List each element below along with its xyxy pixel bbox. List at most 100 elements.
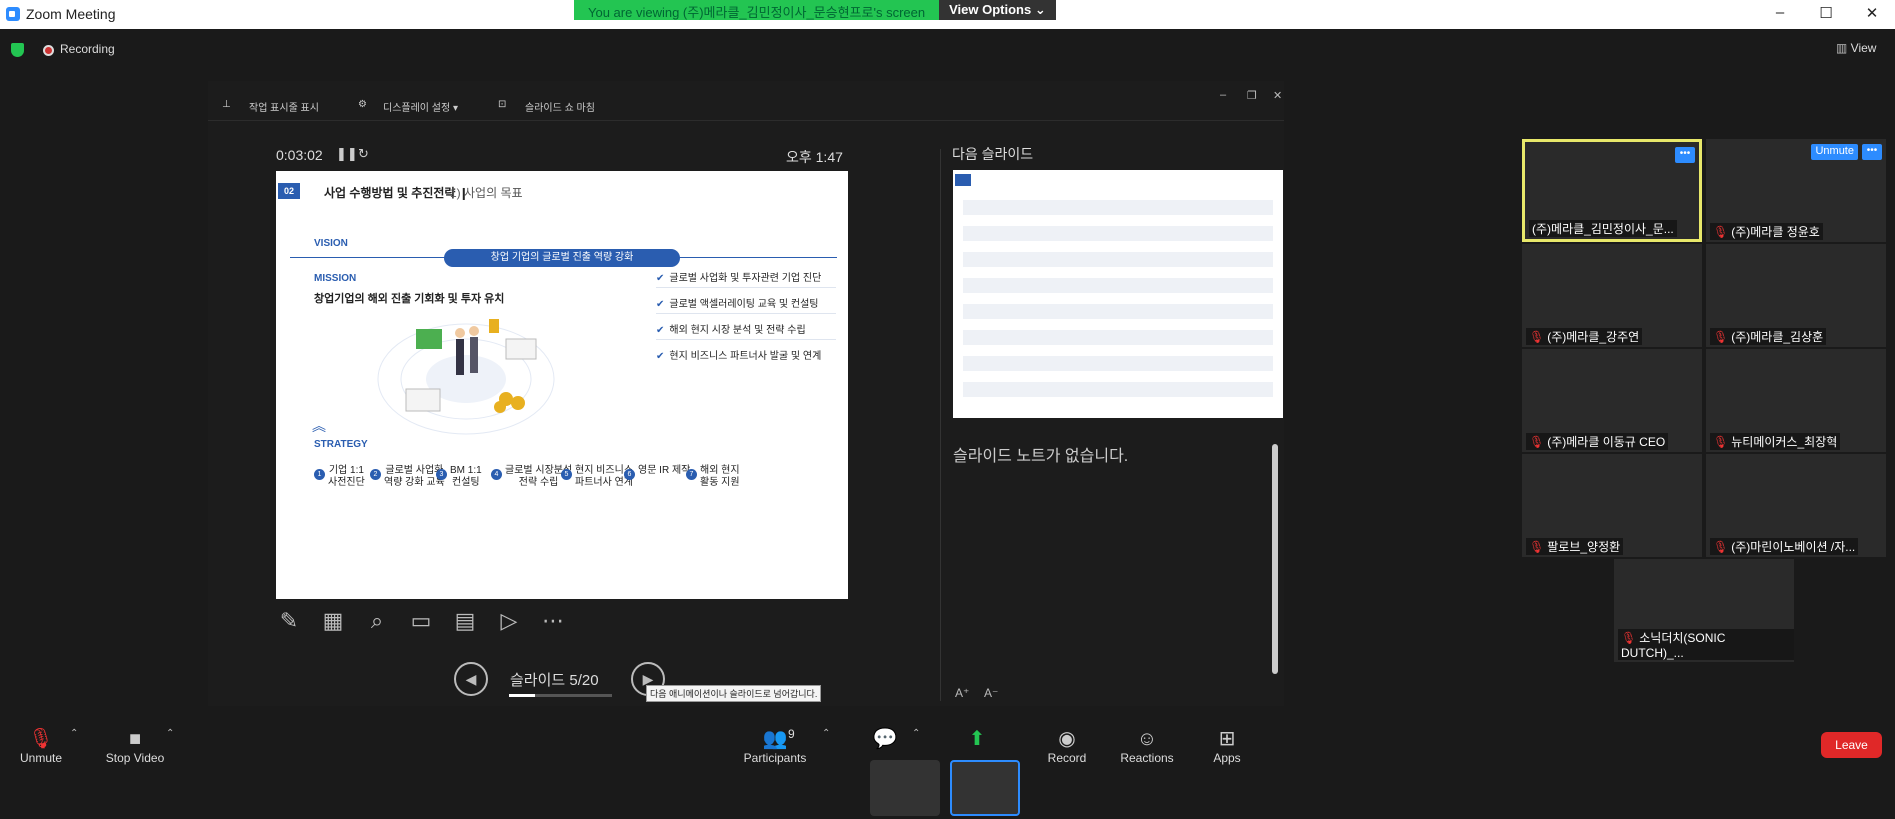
font-decrease-icon[interactable]: A⁻ (984, 686, 998, 700)
end-show-icon: ⊡ (498, 99, 507, 110)
participant-tile[interactable]: (주)메라클_김민정이사_문... ••• (1522, 139, 1702, 242)
show-taskbar-button[interactable]: 작업 표시줄 표시 (249, 99, 319, 114)
video-camera-icon: ■ (128, 728, 142, 750)
mission-label: MISSION (314, 273, 357, 284)
video-options-caret-icon[interactable]: ⌃ (166, 728, 174, 739)
mic-muted-icon: 🎙 (1713, 330, 1729, 344)
thumb-row (963, 356, 1273, 372)
leave-button[interactable]: Leave (1821, 732, 1882, 758)
strategy-item: BM 1:1 컨설팅 (450, 465, 482, 488)
divider (656, 313, 836, 314)
restart-icon[interactable]: ↻ (358, 146, 369, 162)
recording-icon (43, 45, 54, 56)
participant-tile[interactable]: 🎙 (주)메라클_강주연 (1522, 244, 1702, 347)
chat-caret-icon[interactable]: ⌃ (912, 728, 920, 739)
pv-close-icon[interactable]: ✕ (1273, 89, 1282, 102)
font-increase-icon[interactable]: A⁺ (955, 686, 969, 700)
pane-divider (940, 149, 941, 701)
apps-button[interactable]: ⊞ Apps (1192, 727, 1262, 765)
participant-count: 9 (788, 727, 795, 741)
screen-icon[interactable]: ▭ (408, 608, 434, 634)
participant-name: 🎙 (주)메라클 이동규 CEO (1526, 433, 1669, 450)
all-slides-icon[interactable]: ▦ (320, 608, 346, 634)
check-icon: ✔ (656, 273, 665, 284)
share-screen-button[interactable]: ⬆ (942, 727, 1012, 751)
participant-name: 🎙 (주)마린이노베이션 /자... (1710, 538, 1859, 555)
participant-tile[interactable]: 🎙 (주)메라클 이동규 CEO (1522, 349, 1702, 452)
mic-muted-icon: 🎙 (1713, 540, 1729, 554)
slide-notes: 슬라이드 노트가 없습니다. (953, 448, 1129, 465)
slide-tools: ✎ ▦ ⌕ ▭ ▤ ▷ ⋯ (276, 601, 566, 641)
mic-muted-icon: 🎙 (1529, 330, 1545, 344)
shield-icon[interactable] (11, 43, 24, 57)
close-icon[interactable]: ✕ (1862, 4, 1882, 22)
end-show-button[interactable]: 슬라이드 쇼 마침 (525, 99, 595, 114)
tooltip: 다음 애니메이션이나 슬라이드로 넘어갑니다. (646, 685, 822, 702)
slide-progress-fill (509, 694, 535, 697)
participant-name-text: 뉴티메이커스_최장혁 (1731, 435, 1838, 449)
reactions-icon: ☺ (1136, 728, 1158, 750)
mic-muted-icon: 🎙 (1529, 540, 1545, 554)
unmute-button[interactable]: 🎙 Unmute (6, 727, 76, 765)
minimize-icon[interactable]: – (1770, 4, 1790, 21)
subtitles-icon[interactable]: ▤ (452, 608, 478, 634)
share-thumbnail-selected[interactable] (950, 760, 1020, 816)
strategy-number: 1 (314, 469, 325, 480)
participants-button[interactable]: 👥 Participants (740, 727, 810, 765)
participant-tile[interactable]: 🎙 팔로브_양정환 (1522, 454, 1702, 557)
pv-restore-icon[interactable]: ❐ (1247, 89, 1257, 102)
thumb-row (963, 304, 1273, 320)
share-thumbnail[interactable] (870, 760, 940, 816)
chat-button[interactable]: 💬 (850, 727, 920, 751)
window-title: Zoom Meeting (26, 6, 116, 22)
participant-tile[interactable]: 🎙 (주)메라클 정윤호 ••• Unmute (1706, 139, 1886, 242)
pv-minimize-icon[interactable]: – (1220, 89, 1226, 101)
strategy-item: 영문 IR 제작 (638, 465, 691, 476)
divider (656, 339, 836, 340)
participant-tile[interactable]: 🎙 소닉더치(SONIC DUTCH)_... (1614, 559, 1794, 662)
divider (656, 287, 836, 288)
view-button[interactable]: View (1836, 41, 1877, 55)
notes-scrollbar[interactable] (1272, 444, 1278, 674)
previous-slide-button[interactable]: ◀ (454, 662, 488, 696)
check-item: ✔ 해외 현지 시장 분석 및 전략 수립 (656, 325, 806, 336)
business-illustration (377, 319, 555, 435)
strategy-number: 6 (624, 469, 635, 480)
next-slide-thumbnail[interactable] (953, 170, 1283, 418)
thumb-number (955, 174, 971, 186)
participant-name: 🎙 뉴티메이커스_최장혁 (1710, 433, 1841, 450)
participants-caret-icon[interactable]: ⌃ (822, 728, 830, 739)
participant-tile[interactable]: 🎙 뉴티메이커스_최장혁 (1706, 349, 1886, 452)
zoom-logo-icon (6, 7, 20, 21)
tile-more-button[interactable]: ••• (1675, 147, 1695, 163)
reactions-button[interactable]: ☺ Reactions (1112, 727, 1182, 765)
thumb-row (963, 382, 1273, 398)
zoom-icon[interactable]: ⌕ (364, 608, 390, 634)
strategy-number: 3 (436, 469, 447, 480)
participant-tile[interactable]: 🎙 (주)메라클_김상훈 (1706, 244, 1886, 347)
display-settings-button[interactable]: 디스플레이 설정 ▾ (383, 99, 458, 114)
record-button[interactable]: ◉ Record (1032, 727, 1102, 765)
participant-tile[interactable]: 🎙 (주)마린이노베이션 /자... (1706, 454, 1886, 557)
participant-name-text: 팔로브_양정환 (1547, 540, 1621, 554)
current-slide[interactable]: 02 사업 수행방법 및 추진전략 ❙ 1) 사업의 목표 VISION 창업 … (276, 171, 848, 599)
clock: 오후 1:47 (786, 149, 843, 165)
vision-pill: 창업 기업의 글로벌 진출 역량 강화 (444, 249, 680, 267)
pen-icon[interactable]: ✎ (276, 608, 302, 634)
strategy-number: 2 (370, 469, 381, 480)
strategy-number: 5 (561, 469, 572, 480)
pause-icon[interactable]: ❚❚ (336, 146, 358, 162)
maximize-icon[interactable]: ☐ (1816, 4, 1836, 22)
check-item: ✔ 글로벌 사업화 및 투자관련 기업 진단 (656, 273, 822, 284)
tile-unmute-button[interactable]: Unmute (1811, 144, 1858, 160)
stop-video-button[interactable]: ■ Stop Video (100, 727, 170, 765)
mic-muted-icon: 🎙 (1713, 435, 1729, 449)
camera-off-icon[interactable]: ▷ (496, 608, 522, 634)
participant-name: 🎙 (주)메라클_김상훈 (1710, 328, 1827, 345)
audio-options-caret-icon[interactable]: ⌃ (70, 728, 78, 739)
more-options-icon[interactable]: ⋯ (540, 608, 566, 634)
tile-more-button[interactable]: ••• (1862, 144, 1882, 160)
presenter-toolbar: ⊥ 작업 표시줄 표시 ⚙ 디스플레이 설정 ▾ ⊡ 슬라이드 쇼 마침 – ❐… (208, 81, 1284, 121)
view-options-button[interactable]: View Options ⌄ (939, 0, 1056, 20)
screen-share-banner: You are viewing (주)메라클_김민정이사_문승현프로's scr… (574, 0, 1056, 20)
